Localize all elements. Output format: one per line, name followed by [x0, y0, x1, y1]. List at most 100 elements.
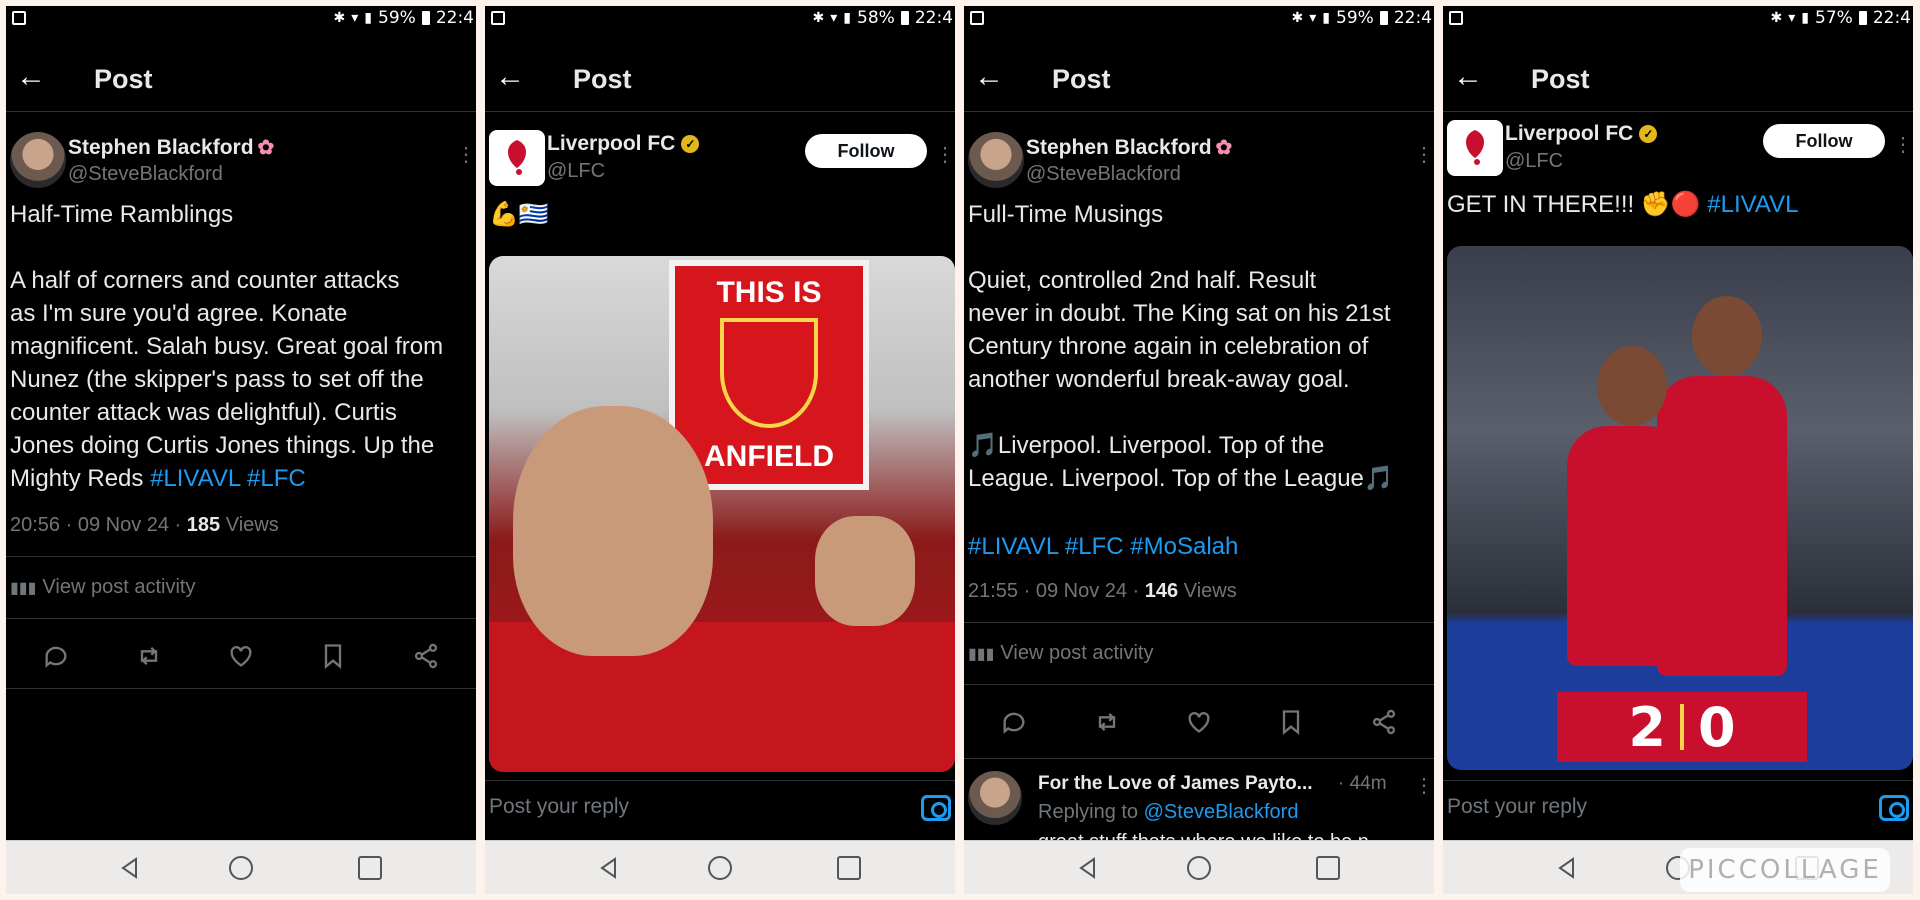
nav-back-icon[interactable] [1076, 856, 1100, 880]
author-name[interactable]: Liverpool FC ✓ [1505, 122, 1658, 146]
divider [6, 618, 476, 619]
author-handle[interactable]: @LFC [547, 160, 605, 183]
view-activity-link[interactable]: ▮▮▮ View post activity [10, 576, 195, 599]
reply-input[interactable]: Post your reply [1447, 795, 1587, 819]
reply-author-name[interactable]: For the Love of James Payto... [1038, 773, 1313, 795]
back-arrow-icon[interactable]: ← [495, 62, 527, 94]
fist [815, 516, 915, 626]
author-handle[interactable]: @SteveBlackford [1026, 163, 1181, 186]
action-bar [6, 636, 476, 676]
player-right [1657, 376, 1787, 676]
avatar[interactable] [489, 130, 545, 186]
clock: 22:4 [1393, 8, 1432, 28]
author-name[interactable]: Stephen Blackford ✿ [1026, 135, 1232, 160]
scoreboard: 2 0 [1557, 692, 1807, 762]
player-face [513, 406, 713, 656]
avatar[interactable] [968, 132, 1024, 188]
reply-icon[interactable] [998, 706, 1030, 738]
anfield-sign: THIS IS ANFIELD [669, 260, 869, 490]
author-name[interactable]: Liverpool FC ✓ [547, 132, 700, 156]
nav-home-icon[interactable] [229, 856, 253, 880]
view-activity-link[interactable]: ▮▮▮ View post activity [968, 642, 1153, 665]
android-nav-bar [6, 840, 476, 894]
player-head-right [1692, 296, 1762, 376]
share-icon[interactable] [410, 640, 442, 672]
bookmark-icon[interactable] [1275, 706, 1307, 738]
back-arrow-icon[interactable]: ← [16, 62, 48, 94]
bluetooth-icon: ✱ [333, 10, 346, 26]
divider [964, 622, 1434, 623]
nav-recents-icon[interactable] [1316, 856, 1340, 880]
author-name-text: Stephen Blackford [68, 136, 254, 159]
battery-percent: 57% [1815, 8, 1853, 28]
replying-handle[interactable]: @SteveBlackford [1144, 801, 1299, 823]
score-away: 0 [1698, 695, 1736, 759]
reply-input[interactable]: Post your reply [489, 795, 629, 819]
back-arrow-icon[interactable]: ← [974, 62, 1006, 94]
camera-icon[interactable] [1879, 795, 1909, 821]
author-name[interactable]: Stephen Blackford ✿ [68, 135, 274, 160]
wifi-icon: ▾ [830, 10, 838, 26]
follow-button[interactable]: Follow [805, 134, 927, 168]
battery-percent: 58% [857, 8, 895, 28]
post-image[interactable]: THIS IS ANFIELD [489, 256, 955, 772]
notification-icon [491, 11, 505, 25]
nav-recents-icon[interactable] [837, 856, 861, 880]
post-text: GET IN THERE!!! ✊🔴 #LIVAVL [1447, 188, 1798, 221]
share-icon[interactable] [1368, 706, 1400, 738]
battery-percent: 59% [378, 8, 416, 28]
liverbird-crest-icon [720, 318, 818, 428]
more-options-icon[interactable]: ⋮ [1893, 132, 1913, 157]
battery-icon [900, 11, 909, 25]
bookmark-icon[interactable] [317, 640, 349, 672]
more-options-icon[interactable]: ⋮ [935, 142, 955, 167]
wifi-icon: ▾ [1309, 10, 1317, 26]
follow-button[interactable]: Follow [1763, 124, 1885, 158]
clock: 22:4 [914, 8, 953, 28]
phone-panel-1: ✱ ▾ ▮ 59% 22:4 ← Post Stephen Blackford ✿… [6, 6, 476, 894]
clock: 22:4 [1872, 8, 1911, 28]
like-icon[interactable] [1183, 706, 1215, 738]
status-right: ✱ ▾ ▮ 57% 22:4 [1771, 8, 1911, 28]
nav-home-icon[interactable] [1187, 856, 1211, 880]
top-bar: ← Post [964, 46, 1434, 112]
android-nav-bar [485, 840, 955, 894]
repost-icon[interactable] [1091, 706, 1123, 738]
avatar[interactable] [10, 132, 66, 188]
more-options-icon[interactable]: ⋮ [456, 142, 476, 167]
reply-bar: Post your reply [1443, 780, 1913, 838]
nav-home-icon[interactable] [708, 856, 732, 880]
post-image[interactable]: 2 0 [1447, 246, 1913, 770]
author-handle[interactable]: @LFC [1505, 150, 1563, 173]
back-arrow-icon[interactable]: ← [1453, 62, 1485, 94]
reply-icon[interactable] [40, 640, 72, 672]
like-icon[interactable] [225, 640, 257, 672]
more-options-icon[interactable]: ⋮ [1414, 773, 1434, 798]
status-right: ✱ ▾ ▮ 59% 22:4 [334, 8, 474, 28]
views-count: 146 [1144, 580, 1179, 602]
reply-item[interactable]: For the Love of James Payto... · 44m ⋮ R… [964, 758, 1434, 853]
page-title: Post [1052, 64, 1111, 94]
post-timestamp: 21:55 · 09 Nov 24 · [968, 580, 1145, 602]
nav-back-icon[interactable] [118, 856, 142, 880]
replying-to: Replying to @SteveBlackford [1038, 801, 1298, 824]
author-name-text: Stephen Blackford [1026, 136, 1212, 159]
camera-icon[interactable] [921, 795, 951, 821]
nav-back-icon[interactable] [1555, 856, 1579, 880]
views-label: Views [220, 514, 279, 536]
notification-icon [12, 11, 26, 25]
android-nav-bar [964, 840, 1434, 894]
score-home: 2 [1628, 695, 1666, 759]
repost-icon[interactable] [133, 640, 165, 672]
post-hashtags[interactable]: #LIVAVL [1707, 191, 1798, 218]
nav-back-icon[interactable] [597, 856, 621, 880]
post-hashtags[interactable]: #LIVAVL #LFC #MoSalah [968, 530, 1238, 563]
author-handle[interactable]: @SteveBlackford [68, 163, 223, 186]
reply-avatar[interactable] [968, 771, 1022, 825]
avatar[interactable] [1447, 120, 1503, 176]
more-options-icon[interactable]: ⋮ [1414, 142, 1434, 167]
post-hashtags[interactable]: #LIVAVL #LFC [150, 465, 306, 492]
nav-recents-icon[interactable] [358, 856, 382, 880]
view-activity-label: View post activity [42, 576, 196, 598]
analytics-icon: ▮▮▮ [10, 580, 37, 597]
